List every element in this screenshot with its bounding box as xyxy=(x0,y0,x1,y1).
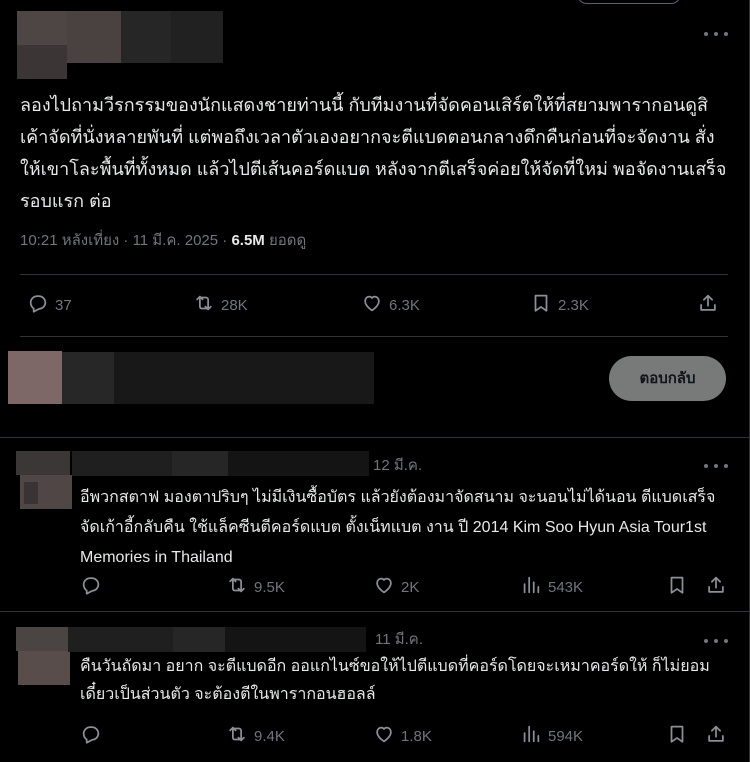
views-chart-icon xyxy=(520,723,542,749)
reply-avatar[interactable] xyxy=(16,451,72,509)
more-options-icon[interactable] xyxy=(704,634,728,648)
heart-icon xyxy=(373,723,395,749)
reply-author-name[interactable] xyxy=(72,451,369,476)
repost-count: 28K xyxy=(221,296,248,314)
bookmark-icon xyxy=(530,292,552,318)
divider xyxy=(20,274,728,275)
reply-count: 37 xyxy=(55,296,72,314)
bookmark-icon xyxy=(666,723,688,749)
main-post-views-label: ยอดดู xyxy=(264,232,307,249)
main-post-meta: 10:21 หลังเที่ยง · 11 มี.ค. 2025 · 6.5M … xyxy=(20,231,306,251)
reply-date[interactable]: 12 มี.ค. xyxy=(373,456,422,476)
main-post-time[interactable]: 10:21 หลังเที่ยง · 11 มี.ค. 2025 · xyxy=(20,232,231,249)
like-count: 6.3K xyxy=(389,296,420,314)
share-icon xyxy=(705,723,727,749)
bookmark-action[interactable]: 2.3K xyxy=(530,292,589,318)
reply-date[interactable]: 11 มี.ค. xyxy=(375,630,423,650)
like-action[interactable]: 1.8K xyxy=(373,723,432,749)
like-action[interactable]: 2K xyxy=(373,574,419,600)
views-action[interactable]: 594K xyxy=(520,723,583,749)
more-options-icon[interactable] xyxy=(704,459,728,473)
heart-icon xyxy=(373,574,395,600)
reply-icon xyxy=(80,723,102,749)
bookmark-icon xyxy=(666,574,688,600)
share-action[interactable] xyxy=(697,292,719,318)
repost-count: 9.5K xyxy=(254,578,285,596)
main-post-text: ลองไปถามวีรกรรมของนักแสดงชายท่านนี้ กับท… xyxy=(20,95,727,211)
divider xyxy=(20,336,728,337)
reply-input[interactable] xyxy=(62,352,374,404)
divider xyxy=(0,611,750,612)
composer-avatar xyxy=(8,351,62,404)
share-action[interactable] xyxy=(705,723,727,749)
reply-icon xyxy=(27,292,49,318)
reply-author-name[interactable] xyxy=(68,627,366,652)
share-icon xyxy=(697,292,719,318)
repost-action[interactable]: 9.5K xyxy=(226,574,285,600)
views-count: 543K xyxy=(548,578,584,596)
reply-icon xyxy=(80,574,102,600)
share-icon xyxy=(705,574,727,600)
repost-icon xyxy=(226,574,248,600)
divider xyxy=(0,437,750,438)
like-count: 2K xyxy=(401,578,420,596)
main-post-author-name[interactable] xyxy=(67,11,223,63)
bookmark-action[interactable] xyxy=(666,723,688,749)
bookmark-action[interactable] xyxy=(666,574,688,600)
reply-avatar[interactable] xyxy=(16,627,70,685)
views-action[interactable]: 543K xyxy=(520,574,583,600)
repost-count: 9.4K xyxy=(254,727,285,745)
views-count: 594K xyxy=(548,727,584,745)
reply-text: คืนวันถัดมา อยาก จะตีแบดอีก ออแกไนซ์ขอให… xyxy=(80,658,710,703)
main-post-avatar[interactable] xyxy=(17,11,67,79)
share-action[interactable] xyxy=(705,574,727,600)
more-options-icon[interactable] xyxy=(704,27,728,41)
views-chart-icon xyxy=(520,574,542,600)
reply-action[interactable]: 37 xyxy=(27,292,72,318)
repost-icon xyxy=(226,723,248,749)
reply-action[interactable] xyxy=(80,574,102,600)
reply-text: อีพวกสตาฟ มองตาปริบๆ ไม่มีเงินซื้อบัตร แ… xyxy=(80,489,716,566)
heart-icon xyxy=(361,292,383,318)
reply-action[interactable] xyxy=(80,723,102,749)
repost-icon xyxy=(193,292,215,318)
like-action[interactable]: 6.3K xyxy=(361,292,420,318)
bookmark-count: 2.3K xyxy=(558,296,589,314)
repost-action[interactable]: 28K xyxy=(193,292,248,318)
repost-action[interactable]: 9.4K xyxy=(226,723,285,749)
reply-button[interactable]: ตอบกลับ xyxy=(609,356,726,401)
like-count: 1.8K xyxy=(401,727,432,745)
main-post-views: 6.5M xyxy=(231,232,265,249)
top-follow-button-edge[interactable] xyxy=(577,0,681,4)
